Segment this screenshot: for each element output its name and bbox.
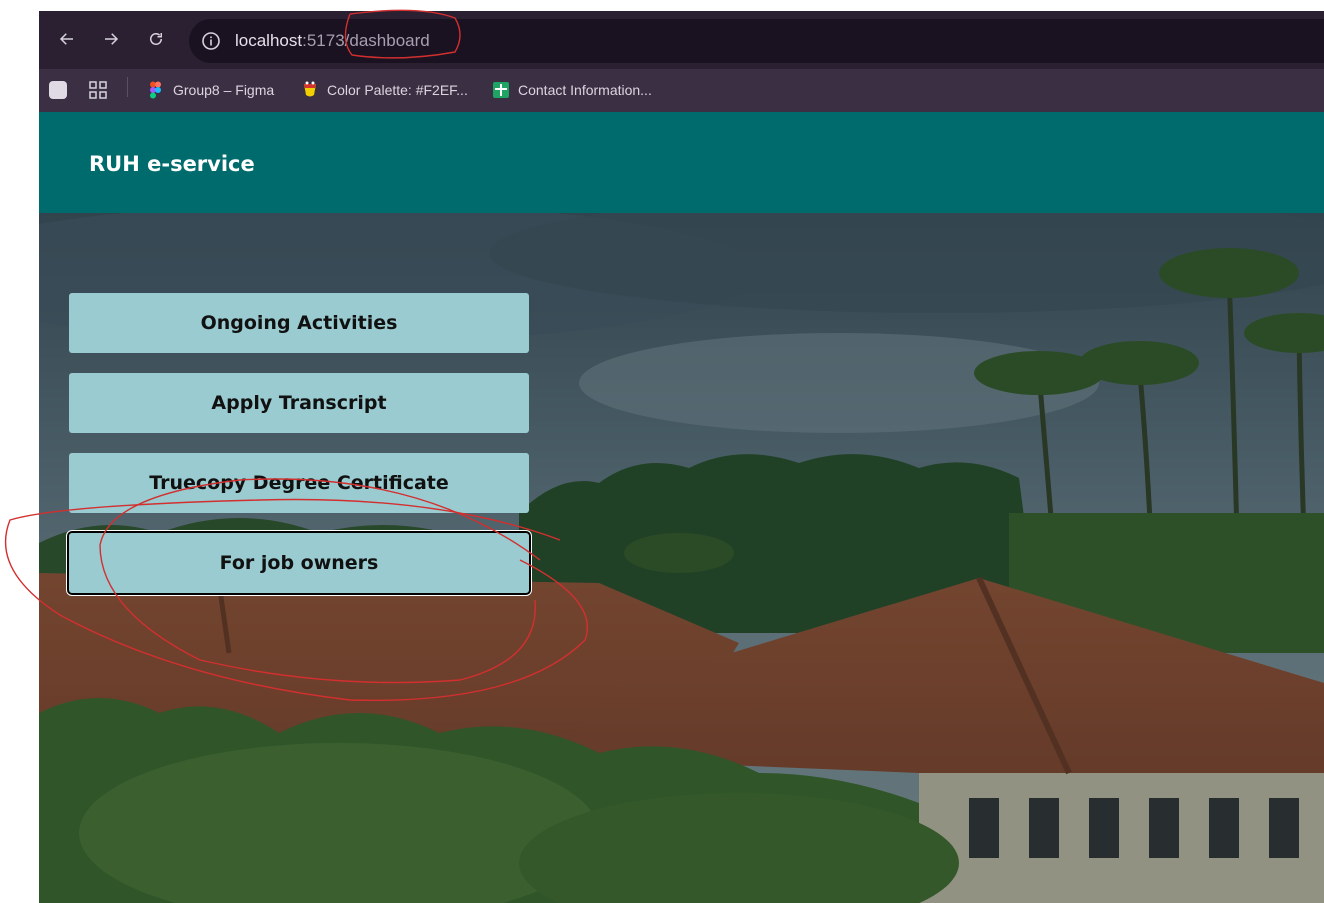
app-header: RUH e-service (39, 112, 1324, 213)
back-button[interactable] (55, 27, 79, 51)
bookmark-label: Contact Information... (518, 82, 652, 98)
campus-background-image: Ongoing Activities Apply Transcript True… (39, 213, 1324, 903)
url-path: :5173/dashboard (302, 31, 430, 50)
bookmark-contact-information[interactable]: Contact Information... (492, 79, 652, 101)
app-title: RUH e-service (89, 152, 255, 176)
palette-icon (304, 81, 316, 97)
for-job-owners-button[interactable]: For job owners (67, 531, 531, 595)
bookmark-label: Group8 – Figma (173, 82, 275, 98)
browser-window: localhost:5173/dashboard Group8 – Figma … (39, 11, 1324, 903)
browser-toolbar: localhost:5173/dashboard (39, 11, 1324, 69)
figma-icon (150, 81, 161, 99)
apps-button[interactable] (89, 79, 115, 101)
reload-button[interactable] (144, 27, 168, 51)
tab-search-button[interactable] (49, 79, 75, 101)
bookmarks-bar: Group8 – Figma Color Palette: #F2EF... C… (39, 69, 1324, 112)
bookmark-divider (127, 77, 128, 97)
sheets-icon (493, 82, 509, 98)
reload-icon (150, 33, 162, 45)
address-bar[interactable]: localhost:5173/dashboard (189, 19, 1324, 63)
url-host: localhost (235, 31, 303, 50)
ongoing-activities-button[interactable]: Ongoing Activities (69, 293, 529, 353)
apps-grid-icon (89, 81, 107, 99)
bookmark-color-palette[interactable]: Color Palette: #F2EF... (301, 79, 468, 101)
arrow-left-icon (59, 33, 73, 45)
bookmark-label: Color Palette: #F2EF... (327, 82, 468, 98)
arrow-right-icon (105, 33, 119, 45)
square-icon (49, 81, 67, 99)
url-text[interactable]: localhost:5173/dashboard (235, 31, 430, 51)
info-icon[interactable] (201, 31, 221, 51)
apply-transcript-button[interactable]: Apply Transcript (69, 373, 529, 433)
truecopy-degree-certificate-button[interactable]: Truecopy Degree Certificate (69, 453, 529, 513)
forward-button[interactable] (99, 27, 123, 51)
bookmark-figma[interactable]: Group8 – Figma (147, 79, 274, 101)
